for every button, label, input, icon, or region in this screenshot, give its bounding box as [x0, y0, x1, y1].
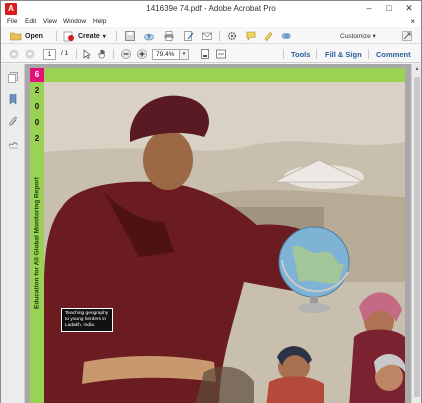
open-label: Open	[25, 32, 43, 40]
main-toolbar: Open Create ▾ Customize ▾	[1, 28, 421, 44]
fit-page-icon[interactable]	[200, 49, 210, 59]
hand-tool-icon[interactable]	[97, 49, 107, 59]
menu-view[interactable]: View	[43, 17, 57, 27]
pdf-page: 6 2 0 0 2 Education for All Global Monit…	[30, 68, 405, 403]
page-header-band	[30, 68, 405, 82]
maximize-button[interactable]: □	[383, 3, 395, 14]
close-window-button[interactable]: ✕	[403, 3, 415, 14]
open-button[interactable]: Open	[10, 30, 43, 42]
page-total: / 1	[61, 50, 69, 57]
customize-label: Customize	[340, 33, 371, 40]
tools-pane-button[interactable]: Tools	[291, 50, 310, 59]
cloud-upload-icon[interactable]	[144, 31, 154, 41]
menu-edit[interactable]: Edit	[25, 17, 36, 27]
fill-sign-pane-button[interactable]: Fill & Sign	[325, 50, 362, 59]
create-pdf-icon	[63, 31, 74, 41]
side-title: Education for All Global Monitoring Repo…	[33, 177, 41, 309]
chevron-down-icon: ▾	[182, 51, 186, 57]
cover-photo: Teaching geography to young herders in L…	[44, 82, 405, 403]
side-title-container: Education for All Global Monitoring Repo…	[30, 68, 44, 403]
toolbar-divider	[113, 49, 114, 59]
menu-bar: File Edit View Window Help ×	[1, 17, 421, 27]
next-page-icon[interactable]	[25, 49, 35, 59]
folder-icon	[10, 32, 22, 41]
share-icon[interactable]	[281, 31, 291, 41]
zoom-dropdown-button[interactable]: ▾	[180, 49, 189, 60]
minimize-button[interactable]: –	[363, 3, 375, 14]
fit-width-icon[interactable]	[216, 49, 226, 59]
create-label: Create	[78, 32, 100, 40]
previous-page-icon[interactable]	[9, 49, 19, 59]
toolbar-divider	[56, 31, 57, 41]
toolbar-divider	[76, 49, 77, 59]
page-thumbnails-icon[interactable]	[8, 72, 19, 83]
print-icon[interactable]	[164, 31, 174, 41]
photo-caption: Teaching geography to young herders in L…	[61, 308, 113, 332]
scroll-up-arrow-icon[interactable]: ▲	[412, 64, 422, 74]
chevron-down-icon: ▾	[102, 33, 106, 40]
zoom-level-input[interactable]: 79.4%	[152, 49, 180, 60]
navigation-toolbar: 1 / 1 79.4% ▾ Tools Fill & Sign Comment	[1, 45, 421, 63]
document-view[interactable]: 6 2 0 0 2 Education for All Global Monit…	[25, 64, 411, 403]
page-number-input[interactable]: 1	[43, 49, 56, 60]
close-document-button[interactable]: ×	[410, 17, 415, 27]
edit-document-icon[interactable]	[184, 31, 194, 41]
zoom-in-icon[interactable]	[137, 49, 147, 59]
comment-bubble-icon[interactable]	[246, 31, 256, 41]
customize-dropdown[interactable]: Customize ▾	[340, 32, 376, 40]
create-button[interactable]: Create ▾	[63, 30, 106, 42]
signatures-icon[interactable]	[8, 138, 19, 149]
menu-file[interactable]: File	[7, 17, 17, 27]
acrobat-window: A 141639e 74.pdf - Adobe Acrobat Pro – □…	[0, 0, 422, 403]
menu-help[interactable]: Help	[93, 17, 106, 27]
photo-illustration	[44, 82, 405, 403]
window-title: 141639e 74.pdf - Adobe Acrobat Pro	[146, 4, 276, 13]
zoom-out-icon[interactable]	[121, 49, 131, 59]
title-bar: A 141639e 74.pdf - Adobe Acrobat Pro – □…	[1, 1, 421, 17]
toolbar-divider	[219, 31, 220, 41]
toolbar-divider	[283, 49, 284, 59]
vertical-scrollbar[interactable]: ▲	[411, 64, 421, 403]
chevron-down-icon: ▾	[372, 33, 376, 40]
scroll-thumb[interactable]	[414, 77, 420, 397]
gear-icon[interactable]	[227, 31, 237, 41]
highlight-icon[interactable]	[263, 31, 273, 41]
menu-window[interactable]: Window	[63, 17, 86, 27]
comment-pane-button[interactable]: Comment	[376, 50, 411, 59]
save-icon[interactable]	[125, 31, 135, 41]
bookmarks-icon[interactable]	[8, 94, 19, 105]
select-cursor-icon[interactable]	[82, 49, 92, 59]
navigation-pane	[1, 64, 25, 403]
email-icon[interactable]	[202, 31, 212, 41]
toolbar-divider	[316, 49, 317, 59]
toolbar-divider	[116, 31, 117, 41]
expand-icon[interactable]	[402, 31, 412, 41]
toolbar-divider	[368, 49, 369, 59]
attachments-icon[interactable]	[8, 116, 19, 127]
